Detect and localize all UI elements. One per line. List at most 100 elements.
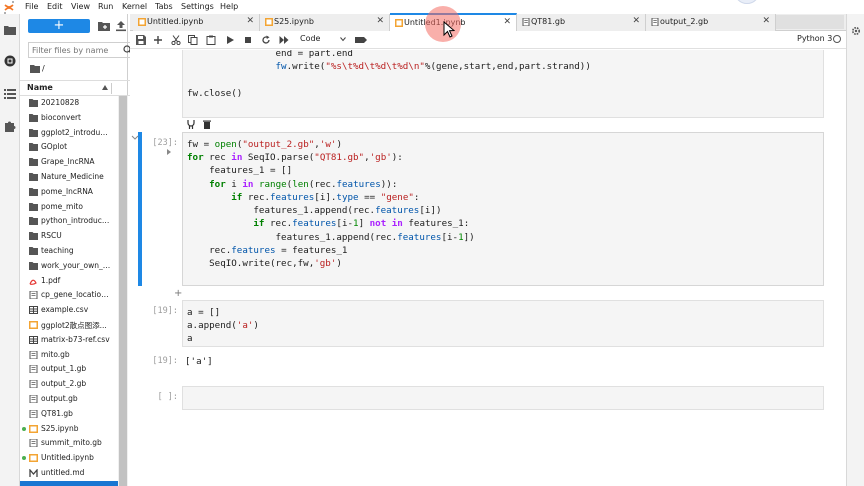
tab-bar-spacer [776, 15, 844, 29]
markdown-icon [29, 469, 38, 477]
menu-view[interactable]: View [71, 2, 90, 11]
file-list-item[interactable]: ggplot2_introduct... [20, 126, 118, 141]
folder-icon [29, 202, 38, 211]
mouse-icon[interactable] [187, 120, 195, 129]
menu-edit[interactable]: Edit [47, 2, 63, 11]
file-list-item[interactable]: GOplot [20, 140, 118, 155]
scrollbar-thumb[interactable] [119, 96, 127, 486]
extension-puzzle-icon[interactable] [4, 120, 16, 132]
column-name-header[interactable]: Name [27, 83, 53, 92]
file-list-item[interactable]: RSCU [20, 229, 118, 244]
file-name: mito.gb [41, 349, 70, 359]
tab-output-2-gb[interactable]: output_2.gb ✕ [646, 14, 776, 31]
file-list-item[interactable]: 1.pdf [20, 274, 118, 289]
code-cell-previous[interactable]: end = part.end fw.write("%s\t%d\t%d\t%d\… [182, 50, 824, 118]
menu-kernel[interactable]: Kernel [122, 2, 147, 11]
run-cell-icon[interactable] [225, 35, 235, 45]
file-list-item[interactable]: output.gb [20, 392, 118, 407]
file-list-item[interactable]: untitled.md [20, 466, 118, 481]
breadcrumb-root[interactable]: / [42, 64, 45, 73]
file-list-item[interactable]: python_introducti... [20, 214, 118, 229]
trash-icon[interactable] [203, 120, 211, 129]
file-list-item[interactable]: mito.gb [20, 348, 118, 363]
file-list-item-selected[interactable] [20, 480, 118, 486]
file-list-item[interactable]: Nature_Medicine [20, 170, 118, 185]
file-list-item[interactable]: work_your_own_w... [20, 259, 118, 274]
file-list-item[interactable]: QT81.gb [20, 407, 118, 422]
file-list-item[interactable]: Grape_lncRNA [20, 155, 118, 170]
add-cell-icon[interactable]: + [174, 288, 182, 299]
insert-cell-icon[interactable] [153, 35, 163, 45]
file-list-item[interactable]: output_1.gb [20, 362, 118, 377]
menu-help[interactable]: Help [220, 2, 238, 11]
file-name: untitled.md [41, 468, 85, 477]
tab-untitled-ipynb[interactable]: Untitled.ipynb ✕ [133, 14, 260, 31]
chevron-down-icon[interactable] [131, 135, 139, 141]
copy-icon[interactable] [188, 35, 198, 45]
file-icon [29, 291, 38, 300]
file-name: 1.pdf [41, 275, 61, 285]
save-icon[interactable] [136, 35, 146, 45]
menu-run[interactable]: Run [98, 2, 113, 11]
cell-type-value: Code [300, 34, 321, 43]
file-list-item[interactable]: S25.ipynb [20, 422, 118, 437]
file-name: pome_mito [41, 201, 83, 211]
code-cell-19[interactable]: a = [] a.append('a') a [182, 300, 824, 347]
menu-file[interactable]: File [25, 2, 38, 11]
tab-s25-ipynb[interactable]: S25.ipynb ✕ [260, 14, 390, 31]
notebook-icon [138, 18, 146, 26]
file-list-item[interactable]: matrix-b73-ref.csv [20, 333, 118, 348]
restart-run-all-icon[interactable] [279, 35, 289, 45]
file-list-item[interactable]: pome_mito [20, 200, 118, 215]
file-list-header: Name [20, 80, 138, 96]
close-icon[interactable]: ✕ [246, 16, 254, 26]
column-resize-handle[interactable] [111, 83, 112, 94]
empty-code-cell[interactable] [182, 386, 824, 410]
tab-qt81-gb[interactable]: QT81.gb ✕ [517, 14, 646, 31]
upload-icon[interactable] [115, 20, 127, 32]
file-name: 20210828 [41, 98, 80, 107]
code-cell-23[interactable]: fw = open("output_2.gb",'w') for rec in … [182, 132, 824, 286]
sort-ascending-icon[interactable] [102, 85, 108, 90]
menu-settings[interactable]: Settings [181, 2, 214, 11]
running-sessions-icon[interactable] [4, 55, 16, 67]
close-icon[interactable]: ✕ [632, 16, 640, 26]
code-line: for rec in SeqIO.parse("QT81.gb",'gb'): [187, 152, 403, 163]
menu-tabs[interactable]: Tabs [155, 2, 173, 11]
file-list-item[interactable]: Untitled.ipynb [20, 451, 118, 466]
table-of-contents-icon[interactable] [4, 88, 16, 100]
kernel-name[interactable]: Python 3 [797, 34, 832, 43]
pdf-icon [29, 279, 37, 285]
file-list-item[interactable]: output_2.gb [20, 377, 118, 392]
cell-collapser-active[interactable] [138, 132, 142, 286]
restart-kernel-icon[interactable] [261, 35, 271, 45]
file-list-scrollbar[interactable] [118, 96, 128, 486]
close-icon[interactable]: ✕ [376, 16, 384, 26]
cell-type-dropdown[interactable]: Code [300, 34, 348, 46]
notebook-panel: end = part.end fw.write("%s\t%d\t%d\t%d\… [130, 50, 854, 486]
close-icon[interactable]: ✕ [503, 17, 511, 27]
file-list-item[interactable]: teaching [20, 244, 118, 259]
file-list-item[interactable]: example.csv [20, 303, 118, 318]
paste-icon[interactable] [206, 35, 216, 45]
file-list-item[interactable]: 20210828 [20, 96, 118, 111]
new-folder-icon[interactable] [98, 20, 110, 32]
folder-icon[interactable] [4, 24, 16, 36]
gear-icon[interactable] [851, 26, 861, 36]
interrupt-kernel-icon[interactable] [243, 35, 253, 45]
file-list-item[interactable]: bioconvert [20, 111, 118, 126]
code-line: fw.close() [187, 87, 242, 100]
close-icon[interactable]: ✕ [762, 16, 770, 26]
file-icon [29, 380, 38, 389]
file-icon [29, 350, 38, 359]
file-filter-input[interactable] [32, 45, 118, 56]
file-list-item[interactable]: pome_lncRNA [20, 185, 118, 200]
keyboard-shortcuts-icon[interactable] [355, 35, 367, 45]
code-line: rec.features = features_1 [187, 245, 348, 256]
run-indicator-icon [167, 149, 171, 155]
file-list-item[interactable]: ggplot2散点图添... [20, 318, 118, 333]
cut-icon[interactable] [171, 35, 181, 45]
file-list-item[interactable]: cp_gene_location.... [20, 288, 118, 303]
file-list-item[interactable]: summit_mito.gb [20, 436, 118, 451]
new-launcher-button[interactable]: + [28, 19, 90, 33]
